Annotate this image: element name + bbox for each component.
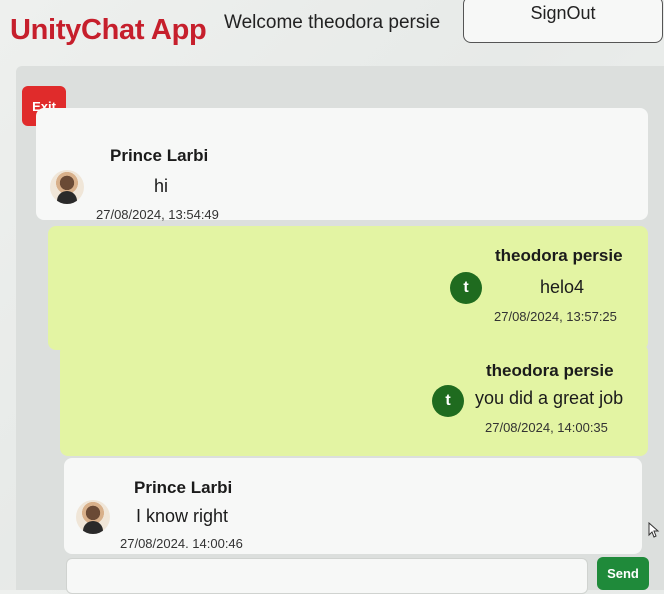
message-timestamp: 27/08/2024, 13:54:49 [96, 207, 219, 222]
avatar [76, 500, 110, 534]
pointer-arrow-icon [648, 522, 660, 538]
signout-button[interactable]: SignOut [463, 0, 663, 43]
message-sender: theodora persie [486, 361, 614, 380]
send-button[interactable]: Send [597, 557, 649, 590]
message-sender: theodora persie [495, 246, 623, 265]
welcome-text: Welcome theodora persie [224, 12, 441, 33]
message-timestamp: 27/08/2024. 14:00:46 [120, 536, 243, 551]
message-received: Prince Larbi hi 27/08/2024, 13:54:49 [36, 108, 648, 222]
message-sent: theodora persie t you did a great job 27… [60, 344, 648, 456]
avatar-initial: t [450, 272, 482, 304]
message-timestamp: 27/08/2024, 14:00:35 [485, 420, 608, 435]
message-sent: theodora persie t helo4 27/08/2024, 13:5… [48, 226, 648, 350]
message-text: I know right [136, 506, 229, 526]
message-input[interactable] [66, 558, 588, 594]
message-text: helo4 [540, 277, 585, 297]
avatar-initial: t [432, 385, 464, 417]
message-sender: Prince Larbi [110, 146, 209, 165]
message-sender: Prince Larbi [134, 478, 233, 497]
message-timestamp: 27/08/2024, 13:57:25 [494, 309, 617, 324]
app-title: UnityChat App [10, 14, 207, 46]
avatar [50, 170, 84, 204]
message-received: Prince Larbi I know right 27/08/2024. 14… [64, 458, 642, 554]
message-text: hi [154, 176, 169, 196]
message-text: you did a great job [475, 388, 624, 408]
